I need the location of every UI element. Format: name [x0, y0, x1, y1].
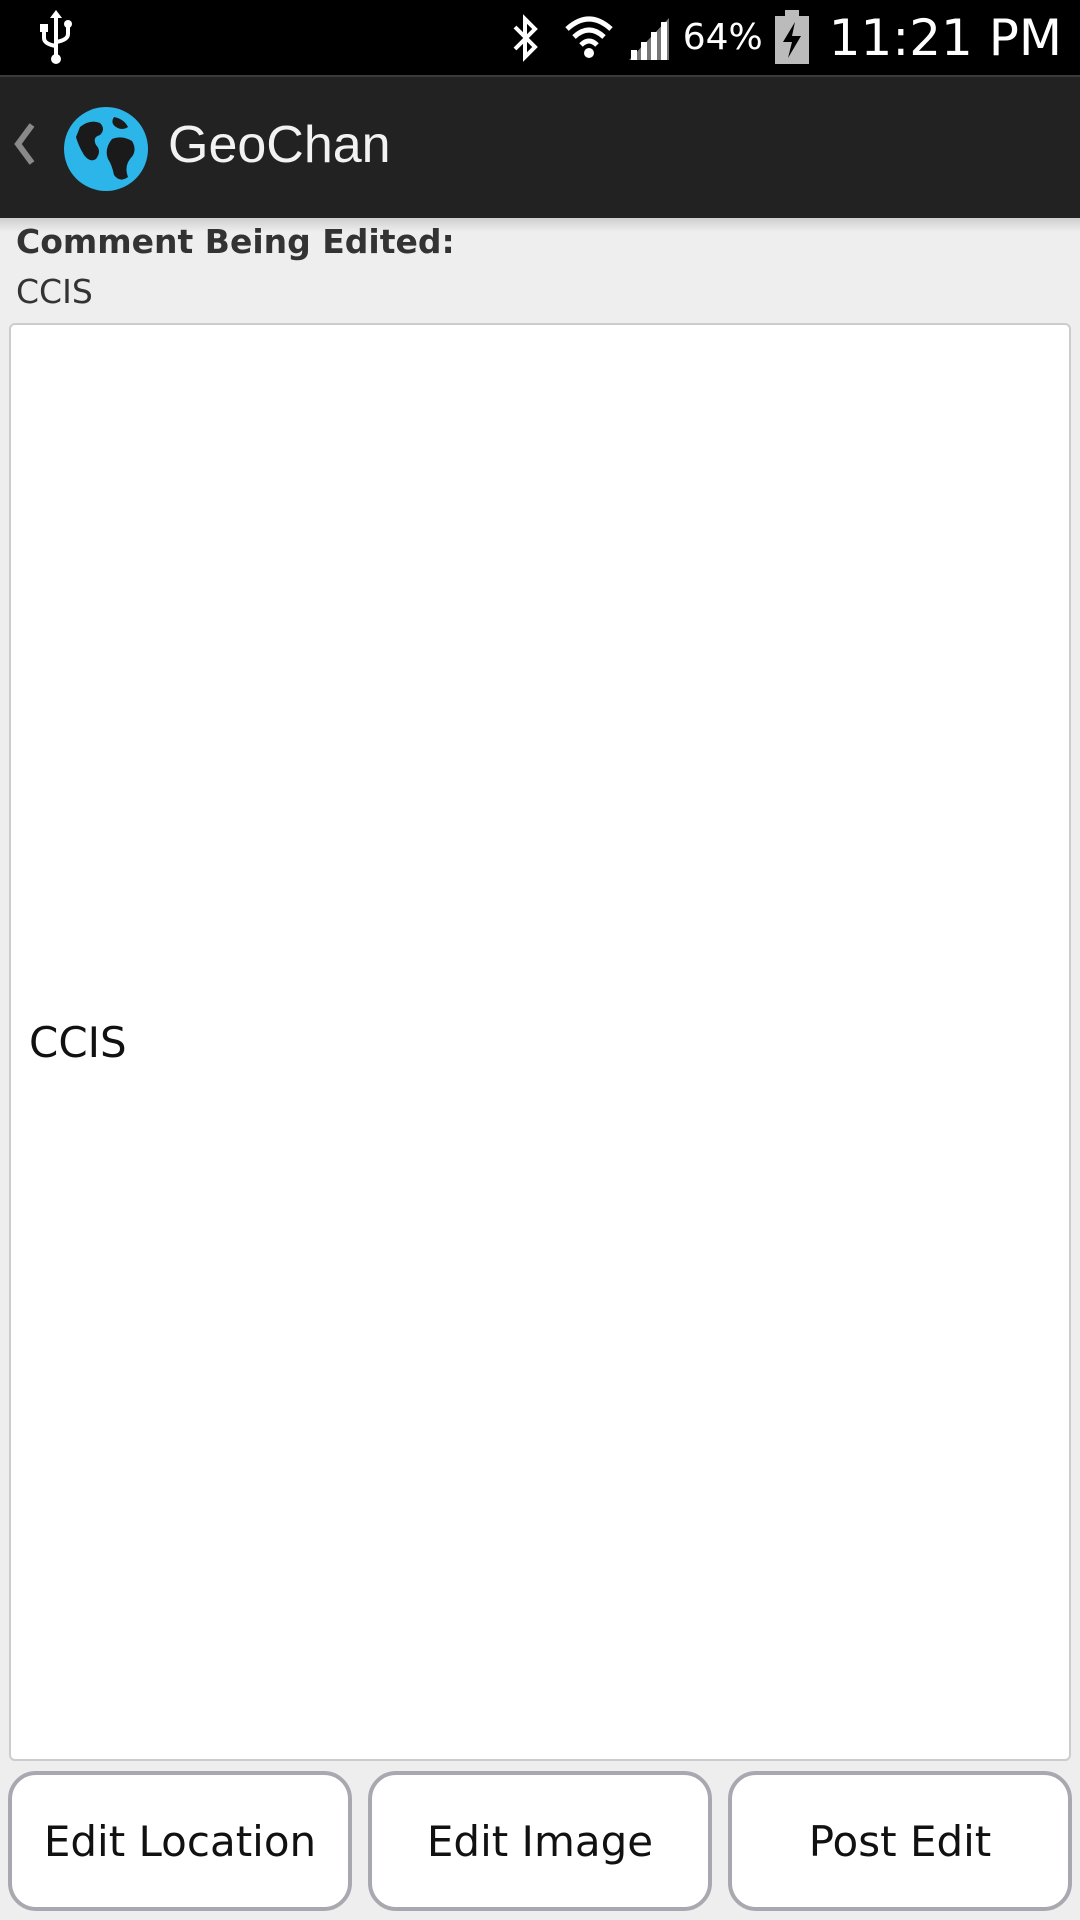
battery-percent: 64%: [682, 17, 763, 58]
clock: 11:21 PM: [828, 8, 1062, 67]
comment-edit-field[interactable]: CCIS: [9, 323, 1071, 1761]
usb-icon: [40, 10, 72, 64]
globe-icon[interactable]: [62, 105, 150, 193]
signal-icon: [628, 17, 669, 60]
bluetooth-icon: [513, 13, 538, 62]
comment-being-edited-label: Comment Being Edited:: [16, 222, 455, 261]
original-comment-text: CCIS: [16, 272, 93, 311]
edit-image-button[interactable]: Edit Image: [368, 1771, 712, 1911]
battery-charging-icon: [774, 9, 809, 64]
back-chevron-icon[interactable]: [12, 119, 36, 169]
wifi-icon: [565, 16, 613, 58]
post-edit-button[interactable]: Post Edit: [728, 1771, 1072, 1911]
comment-field-value: CCIS: [29, 1017, 127, 1067]
status-bar: 64% 11:21 PM: [0, 0, 1080, 75]
app-title: GeoChan: [168, 116, 391, 174]
action-bar: GeoChan: [0, 75, 1080, 218]
edit-location-button[interactable]: Edit Location: [8, 1771, 352, 1911]
